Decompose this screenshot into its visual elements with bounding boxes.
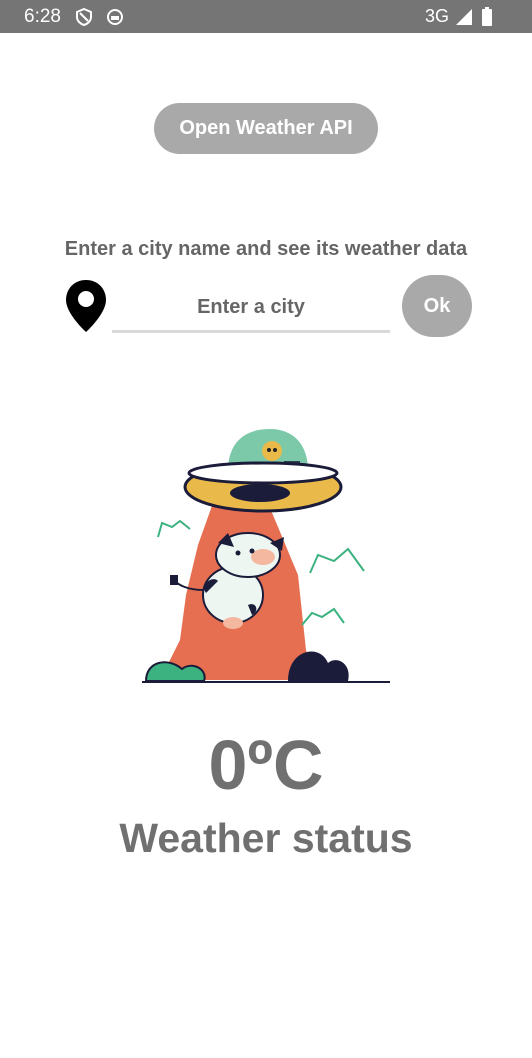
- temperature-value: 0ºC: [208, 726, 324, 804]
- location-pin-icon: [64, 278, 108, 339]
- shield-icon: [75, 7, 93, 31]
- network-type: 3G: [425, 6, 450, 26]
- weather-status: Weather status: [119, 815, 413, 861]
- status-time: 6:28: [24, 6, 61, 27]
- city-input[interactable]: [112, 284, 390, 333]
- open-weather-api-button[interactable]: Open Weather API: [154, 103, 378, 154]
- signal-icon: [455, 8, 473, 31]
- battery-icon: [481, 7, 493, 32]
- ufo-cow-illustration: [138, 425, 394, 692]
- instructions-text: Enter a city name and see its weather da…: [64, 238, 468, 260]
- ok-button[interactable]: Ok: [402, 275, 472, 337]
- status-bar: 6:28 3G: [0, 0, 532, 33]
- circle-app-icon: [106, 8, 124, 31]
